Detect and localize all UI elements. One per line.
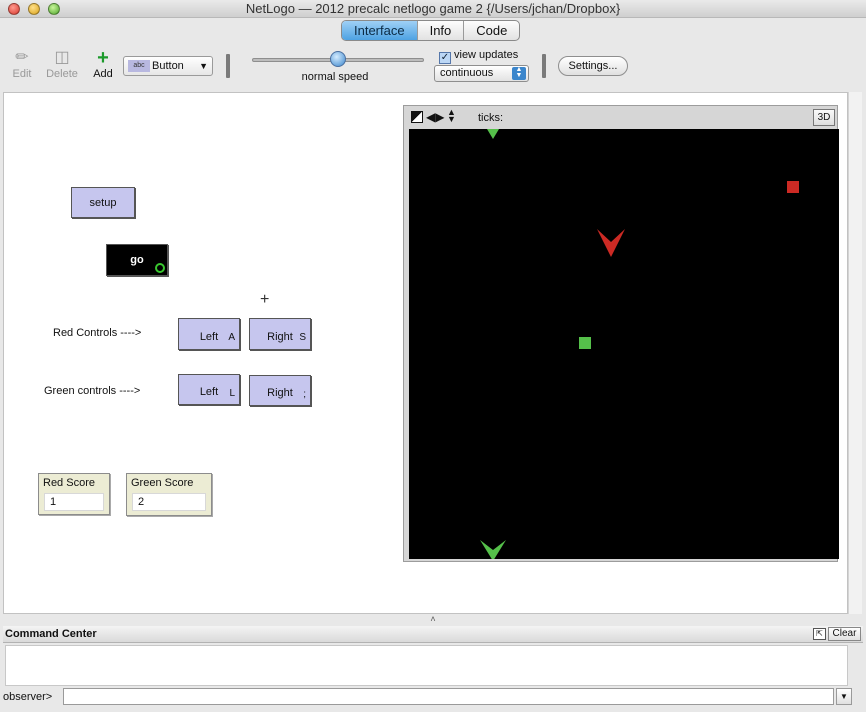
speed-slider-handle[interactable] — [330, 51, 346, 67]
interface-canvas[interactable]: setup go + Red Controls ----> Left A Rig… — [3, 92, 848, 614]
red-right-label: Right — [267, 331, 293, 343]
close-window-button[interactable] — [8, 3, 20, 15]
red-left-button[interactable]: Left A — [178, 318, 240, 350]
view-toolbar: ◀▶ ▲ ▼ ticks: 3D — [404, 106, 837, 129]
delete-button[interactable]: ◫ Delete — [42, 48, 82, 80]
add-button[interactable]: + Add — [88, 48, 118, 80]
tab-info[interactable]: Info — [418, 21, 465, 40]
green-score-monitor[interactable]: Green Score 2 — [126, 473, 212, 516]
main-tabs: Interface Info Code — [341, 20, 521, 41]
horizontal-arrows-icon[interactable]: ◀▶ — [426, 111, 444, 123]
toolbar-divider — [226, 54, 230, 78]
expand-icon[interactable]: ⇱ — [813, 628, 826, 640]
button-widget-icon: abc — [128, 60, 150, 72]
window-title-bar: NetLogo — 2012 precalc netlogo game 2 {/… — [0, 0, 866, 18]
update-mode-value: continuous — [440, 67, 494, 79]
command-output-area[interactable] — [5, 645, 848, 686]
zoom-window-button[interactable] — [48, 3, 60, 15]
widget-type-value: Button — [152, 60, 184, 72]
green-left-label: Left — [199, 386, 219, 398]
edges-toggle-icon[interactable] — [411, 111, 423, 123]
command-history-dropdown[interactable]: ▼ — [836, 688, 852, 705]
add-label: Add — [93, 68, 113, 80]
action-key-label: ; — [303, 389, 306, 400]
go-label: go — [130, 254, 144, 266]
chevron-up-icon: ˄ — [430, 614, 436, 624]
command-center-title: Command Center — [5, 628, 97, 640]
green-food-patch — [579, 337, 591, 349]
green-player-ghost-arrow — [487, 129, 499, 139]
green-left-button[interactable]: Left L — [178, 374, 240, 405]
interface-toolbar: ✏ Edit ◫ Delete + Add abc Button ▼ norma… — [0, 42, 866, 92]
ticks-label: ticks: — [478, 112, 504, 124]
tab-interface[interactable]: Interface — [342, 21, 418, 40]
red-player-arrow — [597, 229, 625, 257]
world-canvas[interactable] — [409, 129, 839, 559]
command-input[interactable] — [63, 688, 834, 705]
up-down-arrows-icon: ▲ ▼ — [512, 66, 526, 80]
minimize-window-button[interactable] — [28, 3, 40, 15]
settings-button[interactable]: Settings... — [558, 56, 628, 76]
interface-vertical-scrollbar[interactable] — [848, 92, 862, 614]
edit-button[interactable]: ✏ Edit — [8, 48, 36, 80]
chevron-down-icon: ▼ — [840, 692, 848, 701]
trash-icon: ◫ — [54, 49, 70, 66]
green-right-label: Right — [267, 387, 293, 399]
view-updates-label: view updates — [454, 49, 519, 61]
checkmark-icon[interactable]: ✓ — [439, 52, 451, 64]
go-button[interactable]: go — [106, 244, 168, 276]
green-score-value: 2 — [132, 493, 206, 511]
action-key-label: S — [299, 332, 306, 343]
tab-code[interactable]: Code — [464, 21, 519, 40]
setup-button[interactable]: setup — [71, 187, 135, 218]
3d-view-button[interactable]: 3D — [813, 109, 835, 126]
red-score-label: Red Score — [43, 477, 95, 489]
view-updates-toggle[interactable]: ✓ view updates — [439, 49, 518, 64]
setup-label: setup — [89, 197, 117, 209]
forever-loop-icon — [155, 263, 165, 273]
clear-button[interactable]: Clear — [828, 627, 861, 641]
red-score-monitor[interactable]: Red Score 1 — [38, 473, 110, 515]
crosshair-cursor-icon: + — [260, 291, 270, 308]
world-graphics — [480, 129, 799, 559]
split-pane-divider[interactable]: ˄ — [0, 614, 866, 626]
speed-label: normal speed — [301, 71, 369, 83]
green-player-arrow — [480, 540, 506, 559]
pencil-icon: ✏ — [15, 49, 29, 66]
command-center-header: Command Center ⇱ Clear — [3, 626, 863, 643]
red-controls-label: Red Controls ----> — [53, 327, 142, 339]
toolbar-divider — [542, 54, 546, 78]
vertical-arrows-icon[interactable]: ▲ ▼ — [447, 108, 456, 124]
command-center: Command Center ⇱ Clear observer> ▼ — [3, 626, 863, 712]
edit-label: Edit — [12, 68, 32, 80]
observer-prompt-label[interactable]: observer> — [3, 690, 52, 704]
red-score-value: 1 — [44, 493, 104, 511]
chevron-down-icon: ▼ — [199, 61, 208, 71]
green-score-label: Green Score — [131, 477, 194, 489]
window-title: NetLogo — 2012 precalc netlogo game 2 {/… — [245, 1, 621, 16]
green-controls-label: Green controls ----> — [44, 385, 141, 397]
action-key-label: L — [229, 388, 235, 399]
world-view[interactable]: ◀▶ ▲ ▼ ticks: 3D — [403, 105, 839, 562]
widget-type-select[interactable]: abc Button ▼ — [123, 56, 213, 76]
red-food-patch — [787, 181, 799, 193]
delete-label: Delete — [46, 68, 78, 80]
update-mode-select[interactable]: continuous ▲ ▼ — [434, 65, 529, 82]
red-left-label: Left — [199, 331, 219, 343]
red-right-button[interactable]: Right S — [249, 318, 311, 350]
action-key-label: A — [228, 332, 235, 343]
plus-icon: + — [97, 47, 109, 69]
green-right-button[interactable]: Right ; — [249, 375, 311, 406]
